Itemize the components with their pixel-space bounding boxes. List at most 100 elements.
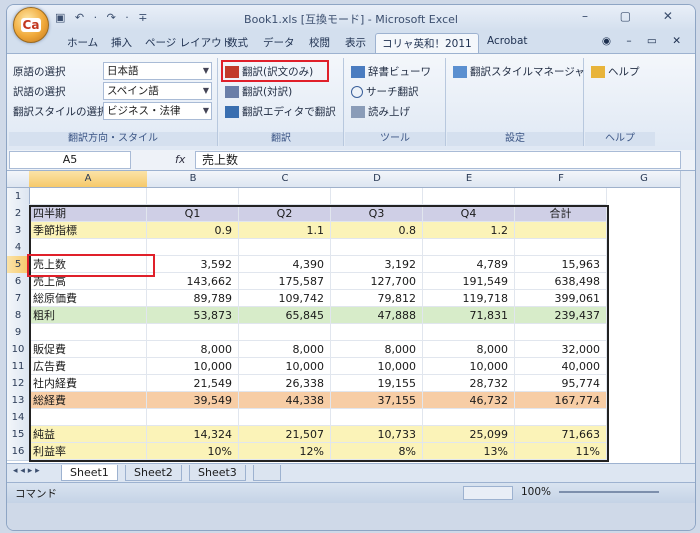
cell-b6[interactable]: 143,662 <box>147 273 239 290</box>
cell-c14[interactable] <box>239 409 331 426</box>
cell-b15[interactable]: 14,324 <box>147 426 239 443</box>
ribbon-controls[interactable]: ◉ – ▭ ✕ <box>602 35 687 47</box>
cell-d3[interactable]: 0.8 <box>331 222 423 239</box>
sheet-tab-1[interactable]: Sheet1 <box>61 465 118 481</box>
cell-f7[interactable]: 399,061 <box>515 290 607 307</box>
dictionary-viewer-button[interactable]: 辞書ビューワ <box>351 64 431 79</box>
cell-b7[interactable]: 89,789 <box>147 290 239 307</box>
row-header-11[interactable]: 11 <box>7 358 30 376</box>
tab-page-layout[interactable]: ページ レイアウト <box>145 35 232 50</box>
cell-b4[interactable] <box>147 239 239 256</box>
cell-e10[interactable]: 8,000 <box>423 341 515 358</box>
cell-f11[interactable]: 40,000 <box>515 358 607 375</box>
cell-a1[interactable] <box>29 188 147 205</box>
cell-d2[interactable]: Q3 <box>331 205 423 222</box>
cell-b2[interactable]: Q1 <box>147 205 239 222</box>
cell-f3[interactable] <box>515 222 607 239</box>
cell-a2[interactable]: 四半期 <box>29 205 147 222</box>
tab-review[interactable]: 校閲 <box>309 35 330 50</box>
cell-e16[interactable]: 13% <box>423 443 515 460</box>
row-header-1[interactable]: 1 <box>7 188 30 206</box>
tab-formulas[interactable]: 数式 <box>227 35 248 50</box>
cell-c1[interactable] <box>239 188 331 205</box>
cell-f5[interactable]: 15,963 <box>515 256 607 273</box>
cell-d15[interactable]: 10,733 <box>331 426 423 443</box>
cell-f4[interactable] <box>515 239 607 256</box>
cell-e13[interactable]: 46,732 <box>423 392 515 409</box>
cell-e5[interactable]: 4,789 <box>423 256 515 273</box>
tab-korya[interactable]: コリャ英和！2011 <box>375 33 479 54</box>
cell-b14[interactable] <box>147 409 239 426</box>
cell-c7[interactable]: 109,742 <box>239 290 331 307</box>
row-header-12[interactable]: 12 <box>7 375 30 393</box>
column-header-a[interactable]: A <box>29 171 148 188</box>
cell-f12[interactable]: 95,774 <box>515 375 607 392</box>
window-controls[interactable]: – ▢ ✕ <box>582 9 687 23</box>
cell-c8[interactable]: 65,845 <box>239 307 331 324</box>
read-aloud-button[interactable]: 読み上げ <box>351 104 410 119</box>
cell-d12[interactable]: 19,155 <box>331 375 423 392</box>
sheet-nav-buttons[interactable]: ◂ ◂ ▸ ▸ <box>13 466 40 476</box>
cell-d6[interactable]: 127,700 <box>331 273 423 290</box>
cell-c10[interactable]: 8,000 <box>239 341 331 358</box>
cell-f13[interactable]: 167,774 <box>515 392 607 409</box>
cell-a13[interactable]: 総経費 <box>29 392 147 409</box>
cell-d5[interactable]: 3,192 <box>331 256 423 273</box>
row-header-9[interactable]: 9 <box>7 324 30 342</box>
cell-c4[interactable] <box>239 239 331 256</box>
column-header-g[interactable]: G <box>607 171 682 188</box>
formula-input[interactable]: 売上数 <box>195 151 681 169</box>
row-header-7[interactable]: 7 <box>7 290 30 308</box>
cell-e6[interactable]: 191,549 <box>423 273 515 290</box>
cell-a8[interactable]: 粗利 <box>29 307 147 324</box>
cell-b8[interactable]: 53,873 <box>147 307 239 324</box>
tab-home[interactable]: ホーム <box>67 35 98 50</box>
cell-e11[interactable]: 10,000 <box>423 358 515 375</box>
cell-b9[interactable] <box>147 324 239 341</box>
tab-insert[interactable]: 挿入 <box>111 35 132 50</box>
column-header-e[interactable]: E <box>423 171 516 188</box>
help-button[interactable]: ヘルプ <box>591 64 640 79</box>
search-translate-button[interactable]: サーチ翻訳 <box>351 84 419 99</box>
cell-f9[interactable] <box>515 324 607 341</box>
view-buttons[interactable] <box>463 486 513 500</box>
column-header-f[interactable]: F <box>515 171 608 188</box>
tab-acrobat[interactable]: Acrobat <box>487 35 528 47</box>
cell-a15[interactable]: 純益 <box>29 426 147 443</box>
cell-e2[interactable]: Q4 <box>423 205 515 222</box>
cell-c9[interactable] <box>239 324 331 341</box>
row-header-10[interactable]: 10 <box>7 341 30 359</box>
column-header-d[interactable]: D <box>331 171 424 188</box>
cell-c3[interactable]: 1.1 <box>239 222 331 239</box>
office-button[interactable]: Ca <box>13 7 49 43</box>
tab-view[interactable]: 表示 <box>345 35 366 50</box>
cell-e7[interactable]: 119,718 <box>423 290 515 307</box>
cell-c2[interactable]: Q2 <box>239 205 331 222</box>
cell-f1[interactable] <box>515 188 607 205</box>
row-header-8[interactable]: 8 <box>7 307 30 325</box>
cell-b1[interactable] <box>147 188 239 205</box>
cell-e9[interactable] <box>423 324 515 341</box>
cell-a16[interactable]: 利益率 <box>29 443 147 460</box>
cell-e12[interactable]: 28,732 <box>423 375 515 392</box>
target-language-select[interactable]: スペイン語 ▼ <box>103 82 212 100</box>
sheet-tab-2[interactable]: Sheet2 <box>125 465 182 481</box>
cell-f6[interactable]: 638,498 <box>515 273 607 290</box>
cell-b12[interactable]: 21,549 <box>147 375 239 392</box>
vertical-scrollbar[interactable] <box>680 171 695 463</box>
cell-d10[interactable]: 8,000 <box>331 341 423 358</box>
cell-c6[interactable]: 175,587 <box>239 273 331 290</box>
cell-a10[interactable]: 販促費 <box>29 341 147 358</box>
row-header-3[interactable]: 3 <box>7 222 30 240</box>
select-all-corner[interactable] <box>7 171 30 188</box>
cell-b3[interactable]: 0.9 <box>147 222 239 239</box>
fx-icon[interactable]: fx <box>175 153 185 166</box>
cell-d7[interactable]: 79,812 <box>331 290 423 307</box>
cell-c15[interactable]: 21,507 <box>239 426 331 443</box>
source-language-select[interactable]: 日本語 ▼ <box>103 62 212 80</box>
translation-style-select[interactable]: ビジネス・法律 ▼ <box>103 102 212 120</box>
cell-b13[interactable]: 39,549 <box>147 392 239 409</box>
sheet-tab-3[interactable]: Sheet3 <box>189 465 246 481</box>
cell-d9[interactable] <box>331 324 423 341</box>
cell-a11[interactable]: 広告費 <box>29 358 147 375</box>
